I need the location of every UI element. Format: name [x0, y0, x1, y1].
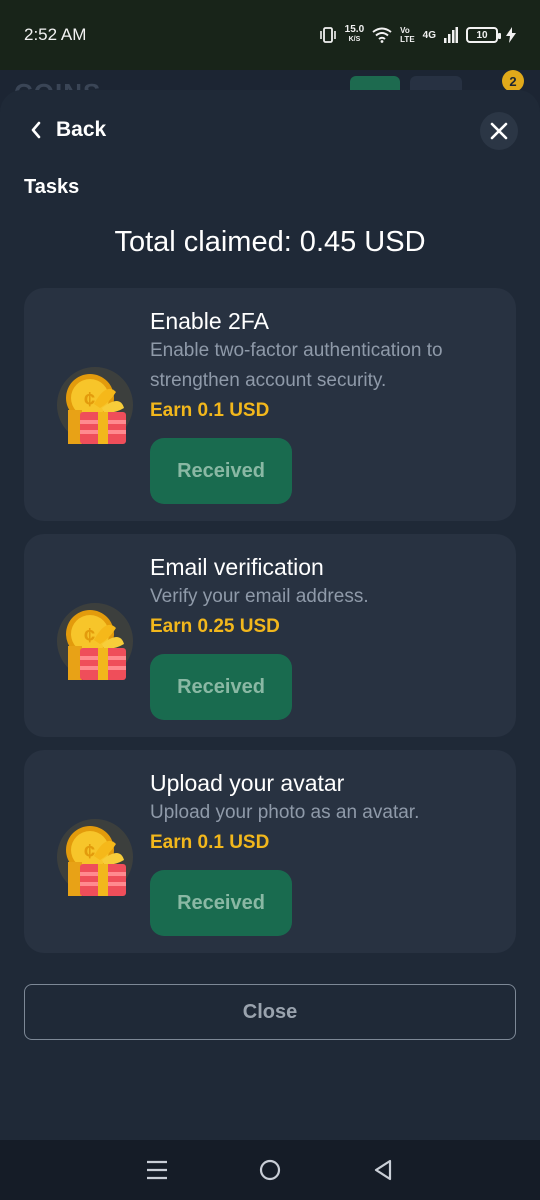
close-x-button[interactable] — [480, 112, 518, 150]
home-button[interactable] — [250, 1150, 290, 1190]
back-label: Back — [56, 118, 107, 141]
back-nav-button[interactable] — [363, 1150, 403, 1190]
task-reward: Earn 0.1 USD — [150, 400, 270, 421]
task-card: ¢ Upload your avatar Upload your photo a… — [24, 750, 516, 953]
task-title: Enable 2FA — [150, 308, 269, 334]
task-reward: Earn 0.1 USD — [150, 832, 270, 853]
task-card: ¢ Email verification Verify your email a… — [24, 534, 516, 737]
wifi-icon — [372, 27, 392, 43]
back-button[interactable]: Back — [30, 118, 106, 142]
navigation-bar — [0, 1140, 540, 1200]
triangle-back-icon — [375, 1159, 392, 1181]
received-button[interactable]: Received — [150, 870, 292, 936]
gift-coin-icon: ¢ — [57, 603, 133, 680]
task-description: Upload your photo as an avatar. — [150, 802, 420, 823]
received-button[interactable]: Received — [150, 654, 292, 720]
signal-icon — [444, 27, 458, 43]
vibrate-icon — [319, 27, 336, 43]
received-button[interactable]: Received — [150, 438, 292, 504]
task-card: ¢ Enable 2FA Enable two-factor authentic… — [24, 288, 516, 521]
status-time: 2:52 AM — [24, 25, 87, 44]
network-type: 4G — [422, 29, 436, 41]
volte-top: Vo — [400, 26, 410, 35]
speed-unit: K/S — [348, 36, 361, 43]
tasks-modal: Back Tasks Total claimed: 0.45 USD ¢ Ena… — [0, 90, 540, 1140]
gift-coin-icon: ¢ — [57, 367, 133, 444]
recents-button[interactable] — [137, 1150, 177, 1190]
home-circle-icon — [259, 1159, 281, 1181]
task-reward: Earn 0.25 USD — [150, 616, 280, 637]
total-claimed: Total claimed: 0.45 USD — [114, 226, 426, 258]
notification-badge: 2 — [502, 70, 524, 92]
task-title: Upload your avatar — [150, 770, 345, 796]
svg-text:¢: ¢ — [84, 841, 95, 863]
volte-bottom: LTE — [400, 35, 415, 44]
close-icon — [490, 122, 508, 140]
chevron-left-icon — [31, 121, 41, 139]
section-title: Tasks — [24, 176, 80, 198]
task-description: Enable two-factor authentication to stre… — [150, 340, 443, 391]
svg-text:¢: ¢ — [84, 389, 95, 411]
gift-coin-icon: ¢ — [57, 819, 133, 896]
close-button[interactable]: Close — [24, 984, 516, 1040]
svg-text:¢: ¢ — [84, 625, 95, 647]
battery-level: 10 — [476, 29, 488, 41]
battery-icon: 10 — [466, 27, 501, 43]
network-speed: 15.0 K/S — [345, 25, 364, 45]
task-description: Verify your email address. — [150, 586, 369, 607]
status-icons: 15.0 K/S Vo LTE 4G 10 — [319, 25, 516, 45]
task-title: Email verification — [150, 554, 324, 580]
speed-value: 15.0 — [344, 24, 365, 35]
status-bar: 2:52 AM 15.0 K/S Vo LTE 4G 10 — [0, 0, 540, 70]
menu-icon — [146, 1160, 167, 1180]
volte-indicator: Vo LTE — [400, 26, 415, 44]
charging-icon — [506, 27, 516, 43]
